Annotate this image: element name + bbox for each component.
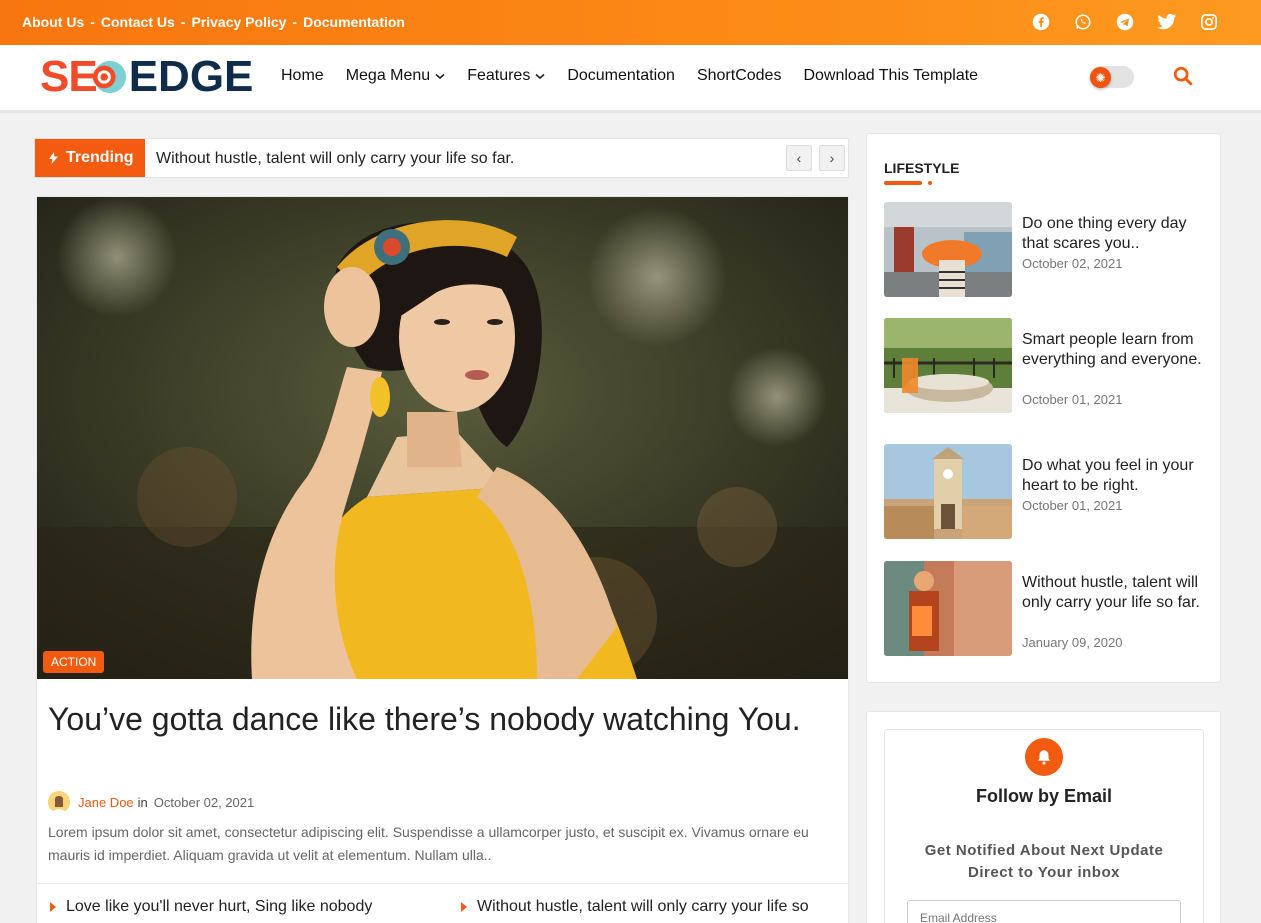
nav-home[interactable]: Home (281, 67, 324, 85)
contact-us-link[interactable]: Contact Us (101, 14, 175, 30)
follow-subtitle: Get Notified About Next Update Direct to… (924, 842, 1164, 881)
post-excerpt: Lorem ipsum dolor sit amet, consectetur … (48, 824, 809, 863)
nav-label: Documentation (567, 67, 675, 84)
post-thumbnail[interactable] (884, 561, 1012, 656)
sun-icon: ✺ (1090, 67, 1111, 88)
nav-label: Download This Template (803, 67, 979, 84)
nav-shortcodes[interactable]: ShortCodes (697, 67, 782, 85)
post-title[interactable]: You’ve gotta dance like there’s nobody w… (48, 697, 828, 742)
post-thumbnail[interactable] (884, 202, 1012, 297)
whatsapp-icon[interactable] (1073, 12, 1093, 32)
post-title[interactable]: Do one thing every day that scares you.. (1022, 214, 1202, 254)
post-date: October 02, 2021 (1022, 256, 1123, 271)
post-thumbnail[interactable] (884, 318, 1012, 413)
separator: - (90, 14, 95, 30)
trending-headline[interactable]: Without hustle, talent will only carry y… (156, 150, 514, 168)
separator: - (180, 14, 186, 30)
main-nav: Home Mega Menu Features Documentation Sh… (281, 67, 1000, 85)
caret-right-icon (461, 902, 467, 912)
title-underline-dot (928, 181, 932, 185)
post-title[interactable]: Do what you feel in your heart to be rig… (1022, 456, 1202, 496)
featured-image[interactable] (37, 197, 848, 679)
ticker-prev-button[interactable]: ‹ (786, 145, 812, 171)
follow-title: Follow by Email (975, 786, 1113, 806)
search-icon[interactable] (1172, 65, 1194, 87)
post-date: January 09, 2020 (1022, 635, 1123, 650)
about-us-link[interactable]: About Us (22, 14, 84, 30)
site-logo[interactable]: SE EDGE (40, 52, 254, 101)
post-date: October 01, 2021 (1022, 392, 1123, 407)
caret-right-icon (50, 902, 56, 912)
chevron-right-icon: › (829, 150, 835, 166)
chevron-down-icon (435, 73, 445, 79)
post-date: October 01, 2021 (1022, 498, 1123, 513)
facebook-icon[interactable] (1031, 12, 1051, 32)
trending-label: Trending (35, 139, 145, 177)
divider (37, 883, 848, 884)
telegram-icon[interactable] (1115, 12, 1135, 32)
nav-features[interactable]: Features (467, 67, 545, 85)
documentation-link[interactable]: Documentation (303, 14, 405, 30)
post-thumbnail[interactable] (884, 444, 1012, 539)
separator: - (292, 14, 298, 30)
nav-label: Features (467, 67, 531, 84)
logo-target-icon (92, 60, 126, 94)
related-post-title: Love like you'll never hurt, Sing like n… (66, 898, 373, 915)
lifestyle-widget: LIFESTYLE Do one thing every day that sc… (866, 133, 1221, 683)
bolt-icon (49, 152, 58, 164)
chevron-left-icon: ‹ (796, 150, 802, 166)
title-underline (884, 181, 922, 185)
related-post-link[interactable]: Without hustle, talent will only carry y… (461, 898, 809, 916)
post-title[interactable]: Smart people learn from everything and e… (1022, 330, 1202, 370)
top-bar: About Us - Contact Us - Privacy Policy - Docum… (0, 0, 1261, 45)
email-input[interactable] (907, 900, 1181, 923)
instagram-icon[interactable] (1199, 12, 1219, 32)
twitter-icon[interactable] (1157, 12, 1177, 32)
logo-text-edge: EDGE (128, 52, 254, 101)
post-date: October 02, 2021 (153, 794, 255, 810)
author-avatar[interactable] (48, 791, 70, 813)
nav-mega-menu[interactable]: Mega Menu (346, 67, 446, 85)
chevron-down-icon (535, 73, 545, 79)
related-post-link[interactable]: Love like you'll never hurt, Sing like n… (50, 898, 372, 916)
category-badge[interactable]: ACTION (43, 651, 105, 673)
dark-mode-toggle[interactable]: ✺ (1090, 66, 1134, 88)
nav-label: Mega Menu (345, 67, 431, 84)
meta-in-label: in (137, 794, 148, 810)
nav-label: Home (281, 67, 324, 84)
follow-box (884, 729, 1204, 923)
related-post-title: Without hustle, talent will only carry y… (477, 898, 809, 915)
trending-label-text: Trending (66, 149, 134, 166)
bell-icon (1025, 738, 1063, 776)
author-link[interactable]: Jane Doe (78, 795, 134, 810)
top-links: About Us - Contact Us - Privacy Policy - Docum… (22, 14, 405, 30)
site-header: SE EDGE Home Mega Menu Features Document… (0, 45, 1261, 113)
widget-title: LIFESTYLE (884, 160, 960, 176)
social-links (1031, 12, 1219, 32)
follow-by-email-widget: Follow by Email Get Notified About Next … (866, 711, 1221, 923)
ticker-next-button[interactable]: › (819, 145, 845, 171)
featured-post-card: ACTION You’ve gotta dance like there’s n… (36, 196, 849, 923)
nav-documentation[interactable]: Documentation (567, 67, 675, 85)
trending-ticker: Trending Without hustle, talent will onl… (34, 138, 849, 178)
post-title[interactable]: Without hustle, talent will only carry y… (1022, 573, 1202, 613)
post-meta: Jane Doe in October 02, 2021 (48, 791, 254, 813)
privacy-policy-link[interactable]: Privacy Policy (191, 14, 286, 30)
nav-label: ShortCodes (696, 67, 782, 84)
nav-download-template[interactable]: Download This Template (803, 67, 978, 85)
